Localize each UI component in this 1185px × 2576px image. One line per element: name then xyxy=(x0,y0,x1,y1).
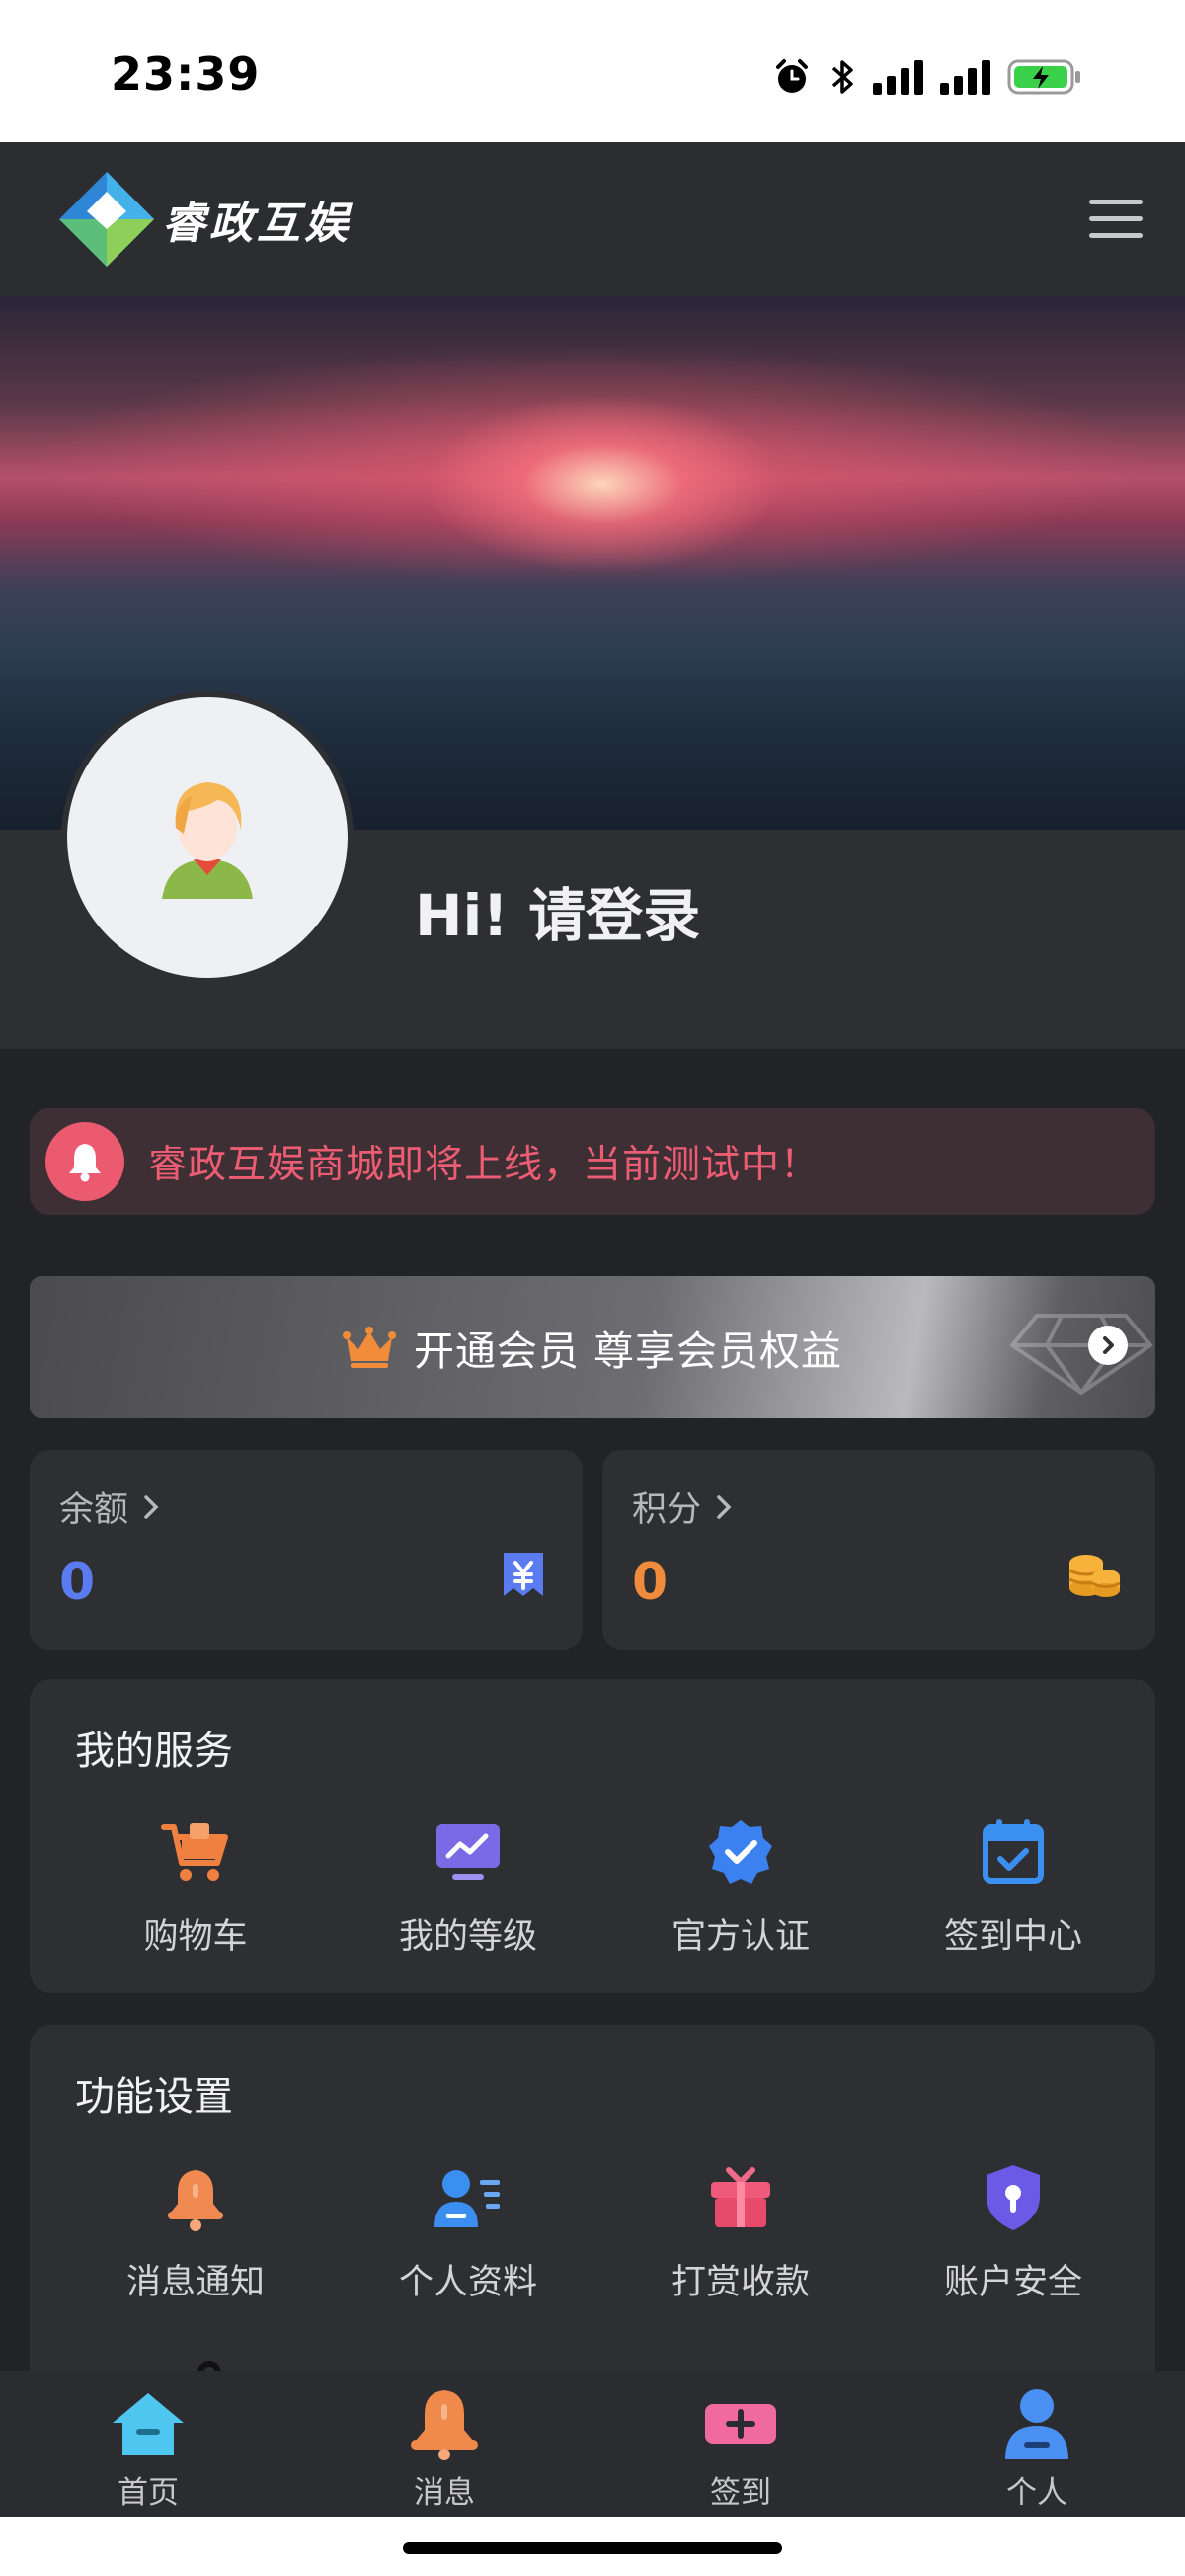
section-title: 我的服务 xyxy=(75,1729,233,1774)
user-icon xyxy=(1002,2384,1071,2463)
verified-badge-icon xyxy=(706,1817,775,1887)
tab-label: 首页 xyxy=(118,2475,179,2511)
status-bar: 23:39 xyxy=(0,0,1185,142)
balance-value: 0 xyxy=(59,1553,96,1612)
balance-label: 余额 xyxy=(59,1490,129,1530)
crown-icon xyxy=(342,1327,396,1368)
home-icon xyxy=(109,2384,188,2463)
tab-label: 个人 xyxy=(1006,2475,1067,2511)
app-header: 睿政互娱 xyxy=(0,142,1185,296)
checkin-ticket-icon xyxy=(703,2384,778,2463)
alarm-icon xyxy=(776,59,808,93)
tab-home[interactable]: 首页 xyxy=(0,2371,296,2517)
shopping-cart-icon xyxy=(160,1817,231,1887)
home-indicator[interactable] xyxy=(403,2542,782,2554)
avatar[interactable] xyxy=(61,691,354,984)
vip-text: 开通会员 尊享会员权益 xyxy=(413,1328,843,1375)
gift-icon xyxy=(707,2163,774,2232)
service-official-verification[interactable]: 官方认证 xyxy=(604,1817,877,1959)
bell-icon xyxy=(164,2163,227,2232)
brand-logo[interactable]: 睿政互娱 xyxy=(55,170,352,269)
service-label: 官方认证 xyxy=(671,1917,810,1957)
vip-membership-banner[interactable]: 开通会员 尊享会员权益 xyxy=(30,1276,1155,1418)
wallet-yuan-icon xyxy=(498,1549,549,1604)
announcement-notice[interactable]: 睿政互娱商城即将上线，当前测试中！ xyxy=(30,1108,1155,1215)
tab-messages[interactable]: 消息 xyxy=(296,2371,592,2517)
setting-account-security[interactable]: 账户安全 xyxy=(877,2163,1149,2304)
tab-profile[interactable]: 个人 xyxy=(889,2371,1185,2517)
bell-icon xyxy=(409,2384,480,2463)
my-services-section: 我的服务 购物车 我的等级 官方认证 签到中心 xyxy=(30,1679,1155,1993)
setting-label: 账户安全 xyxy=(943,2263,1082,2302)
service-label: 我的等级 xyxy=(398,1917,537,1957)
logo-text: 睿政互娱 xyxy=(162,199,352,249)
setting-label: 打赏收款 xyxy=(671,2263,810,2302)
bluetooth-icon xyxy=(831,60,853,94)
calendar-check-icon xyxy=(981,1817,1046,1887)
setting-label: 个人资料 xyxy=(398,2263,537,2302)
profile-card-icon xyxy=(433,2163,504,2232)
level-monitor-icon xyxy=(433,1817,504,1887)
notice-text: 睿政互娱商城即将上线，当前测试中！ xyxy=(148,1143,821,1187)
bottom-tab-bar: 首页 消息 签到 个人 xyxy=(0,2371,1185,2517)
diamond-watermark-icon xyxy=(1009,1314,1153,1395)
tab-label: 签到 xyxy=(710,2475,771,2511)
signal-icon-2 xyxy=(940,60,990,95)
setting-tips-payment[interactable]: 打赏收款 xyxy=(604,2163,877,2304)
service-label: 购物车 xyxy=(143,1917,248,1957)
signal-icon xyxy=(873,60,923,95)
setting-notifications[interactable]: 消息通知 xyxy=(59,2163,332,2304)
service-label: 签到中心 xyxy=(943,1917,1082,1957)
service-my-level[interactable]: 我的等级 xyxy=(332,1817,604,1959)
chevron-right-icon xyxy=(717,1494,732,1519)
hamburger-menu-icon[interactable] xyxy=(1086,192,1146,247)
section-title: 功能设置 xyxy=(75,2074,233,2120)
points-value: 0 xyxy=(632,1553,669,1612)
chevron-right-icon xyxy=(144,1494,159,1519)
login-prompt[interactable]: Hi! 请登录 xyxy=(415,869,700,952)
points-card[interactable]: 积分 0 xyxy=(602,1450,1155,1650)
tab-checkin[interactable]: 签到 xyxy=(592,2371,889,2517)
service-shopping-cart[interactable]: 购物车 xyxy=(59,1817,332,1959)
tab-label: 消息 xyxy=(414,2475,475,2511)
points-label: 积分 xyxy=(632,1490,702,1530)
balance-card[interactable]: 余额 0 xyxy=(30,1450,583,1650)
coins-icon xyxy=(1066,1549,1122,1604)
status-icons xyxy=(772,57,1082,97)
setting-profile[interactable]: 个人资料 xyxy=(332,2163,604,2304)
battery-charging-icon xyxy=(1007,59,1080,95)
logo-diamond-icon xyxy=(59,172,154,267)
chevron-right-icon xyxy=(1088,1326,1128,1365)
status-time: 23:39 xyxy=(111,47,261,101)
service-checkin-center[interactable]: 签到中心 xyxy=(877,1817,1149,1959)
shield-lock-icon xyxy=(983,2163,1044,2232)
setting-label: 消息通知 xyxy=(125,2263,265,2302)
default-avatar-icon xyxy=(162,782,253,899)
bell-icon xyxy=(45,1122,124,1201)
